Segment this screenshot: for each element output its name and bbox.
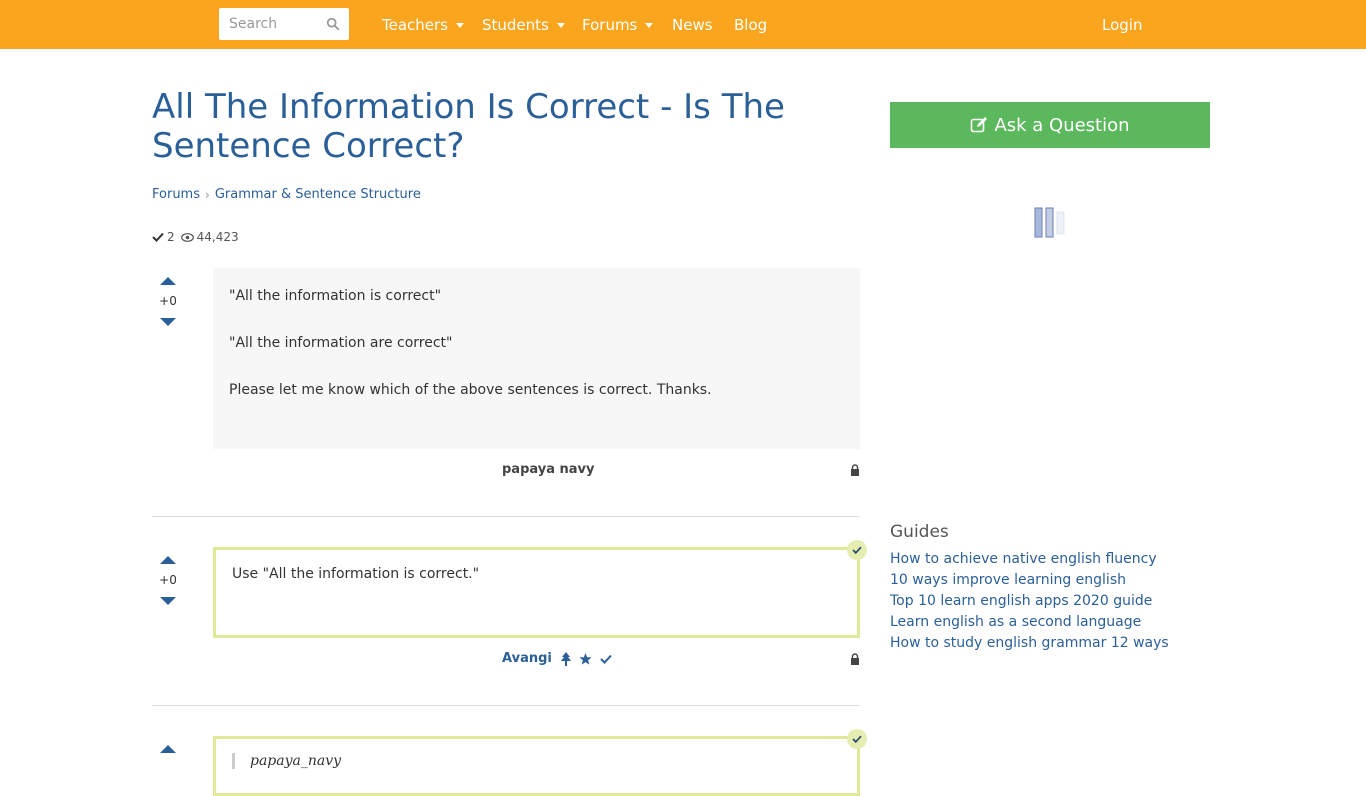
answer-text: Use "All the information is correct." <box>232 566 480 582</box>
downvote-icon[interactable] <box>160 597 176 605</box>
answer-score: +0 <box>159 573 177 587</box>
lock-icon <box>851 653 859 665</box>
check-icon <box>852 735 862 743</box>
nav-students[interactable]: Students <box>482 0 565 49</box>
guide-link[interactable]: Learn english as a second language <box>890 612 1169 633</box>
guide-link[interactable]: 10 ways improve learning english <box>890 570 1169 591</box>
guides-title: Guides <box>890 522 949 542</box>
ask-question-label: Ask a Question <box>994 114 1130 136</box>
answer-author-name: Avangi <box>502 651 552 666</box>
question-line: "All the information is correct" <box>229 288 442 304</box>
question-author[interactable]: papaya navy <box>502 462 595 477</box>
star-icon <box>579 652 592 665</box>
divider <box>152 705 860 706</box>
ask-question-button[interactable]: Ask a Question <box>890 102 1210 148</box>
lock-icon <box>851 464 859 476</box>
page-title: All The Information Is Correct - Is The … <box>152 87 785 166</box>
nav-news-label: News <box>672 15 713 34</box>
downvote-icon[interactable] <box>160 318 176 326</box>
views-count: 44,423 <box>196 230 239 244</box>
upvote-icon[interactable] <box>160 556 176 564</box>
question-line: "All the information are correct" <box>229 335 453 351</box>
eye-icon <box>180 232 194 242</box>
nav-forums-label: Forums <box>582 15 638 34</box>
edit-icon <box>971 117 988 133</box>
search-icon[interactable] <box>326 17 340 31</box>
quote-block: papaya_navy <box>232 753 841 769</box>
answer-vote: +0 <box>152 556 184 605</box>
nav-teachers[interactable]: Teachers <box>382 0 464 49</box>
nav-forums[interactable]: Forums <box>582 0 654 49</box>
quote-author: papaya_navy <box>250 753 342 769</box>
guides-list: How to achieve native english fluency 10… <box>890 549 1169 654</box>
chevron-down-icon <box>556 23 565 28</box>
nav-students-label: Students <box>482 15 549 34</box>
accepted-answer-badge <box>847 540 867 560</box>
check-icon <box>600 654 612 664</box>
nav-blog[interactable]: Blog <box>734 0 767 49</box>
guide-link[interactable]: How to study english grammar 12 ways <box>890 633 1169 654</box>
upvote-icon[interactable] <box>160 277 176 285</box>
breadcrumb-forums[interactable]: Forums <box>152 187 200 202</box>
divider <box>152 516 860 517</box>
chevron-right-icon: › <box>205 187 210 202</box>
loading-icon <box>1034 207 1065 238</box>
nav-blog-label: Blog <box>734 15 768 34</box>
answer-body: Use "All the information is correct." <box>213 547 860 638</box>
check-icon <box>152 232 164 242</box>
accepted-answer-badge <box>847 729 867 749</box>
answers-count: 2 <box>167 230 175 244</box>
answer-body: papaya_navy <box>213 736 860 796</box>
question-line: Please let me know which of the above se… <box>229 382 712 398</box>
top-navigation-bar: Teachers Students Forums News Blog Login <box>0 0 1366 49</box>
breadcrumb: Forums › Grammar & Sentence Structure <box>152 187 421 202</box>
question-vote: +0 <box>152 277 184 326</box>
answer-author[interactable]: Avangi <box>502 651 612 666</box>
guide-link[interactable]: Top 10 learn english apps 2020 guide <box>890 591 1169 612</box>
nav-news[interactable]: News <box>672 0 713 49</box>
chevron-down-icon <box>456 23 464 28</box>
question-body: "All the information is correct" "All th… <box>213 268 860 449</box>
question-score: +0 <box>159 294 177 308</box>
login-label: Login <box>1102 15 1143 34</box>
upvote-icon[interactable] <box>160 745 176 753</box>
thread-stats: 2 44,423 <box>152 230 239 244</box>
login-link[interactable]: Login <box>1102 0 1142 49</box>
breadcrumb-category[interactable]: Grammar & Sentence Structure <box>215 187 421 202</box>
nav-teachers-label: Teachers <box>382 15 448 34</box>
search-input[interactable] <box>219 8 319 40</box>
chevron-down-icon <box>645 23 654 28</box>
search-box[interactable] <box>219 8 349 40</box>
answer-vote <box>152 745 184 753</box>
check-icon <box>852 546 862 554</box>
tree-icon <box>560 651 571 666</box>
guide-link[interactable]: How to achieve native english fluency <box>890 549 1169 570</box>
